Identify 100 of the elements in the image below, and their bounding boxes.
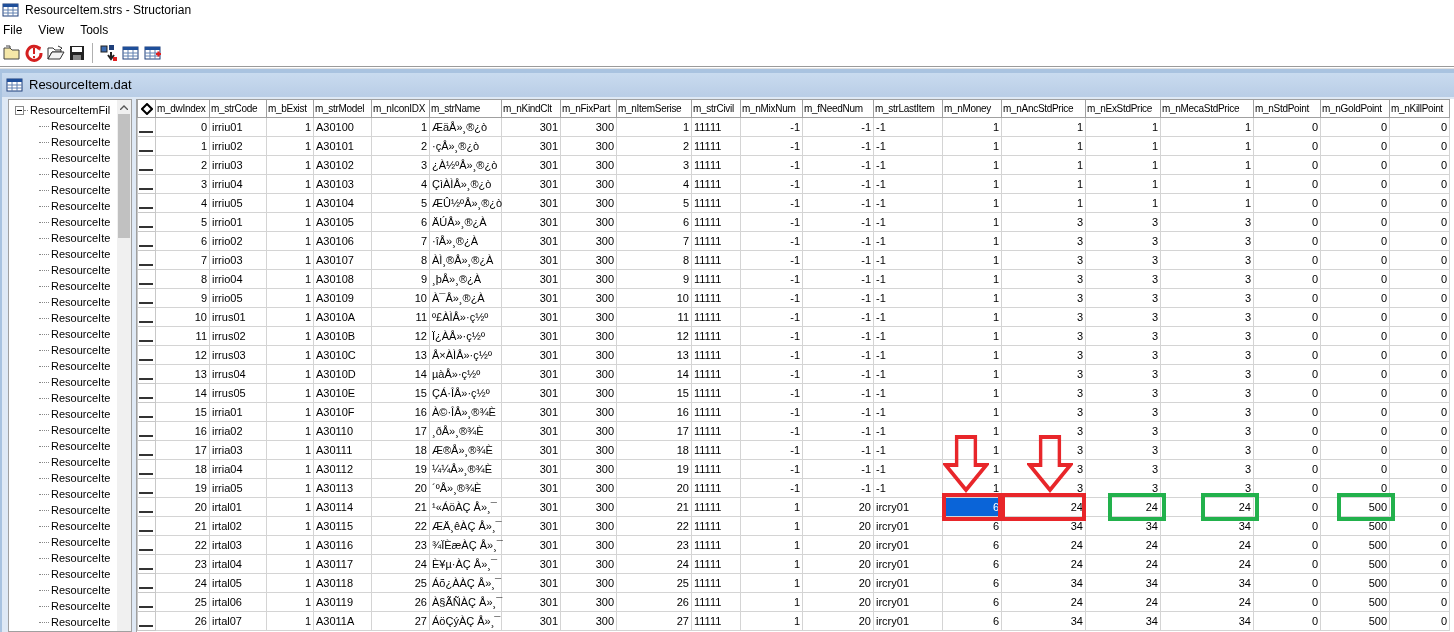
tree-item[interactable]: ResourceIte [49,421,111,439]
app-icon[interactable] [2,2,20,18]
table-cell-text: À¯Å»¸®¿À [431,291,486,307]
tree-item[interactable]: ResourceIte [49,549,111,567]
tree-item[interactable]: ResourceIte [49,533,111,551]
column-header[interactable]: m_strCivil [691,99,741,118]
tree-item[interactable]: ResourceIte [49,309,111,327]
tree-item[interactable]: ResourceIte [49,341,111,359]
tree-item[interactable]: ResourceIte [49,133,111,151]
tree-item[interactable]: ResourceIte [49,293,111,311]
table-cell-text: irria05 [211,481,244,496]
tree-item[interactable]: ResourceIte [49,613,111,631]
table-cell-text: 24 [1237,595,1252,610]
tree-item[interactable]: ResourceIte [49,437,111,455]
table-cell-text: 300 [594,557,615,572]
open-folder-icon[interactable] [47,45,65,61]
table-cell-text: 1 [991,139,1000,154]
table-cell-text: 16 [193,424,208,439]
column-header[interactable]: m_bExist [266,99,314,118]
column-header[interactable]: m_strCode [209,99,267,118]
tree-item[interactable]: ResourceIte [49,597,111,615]
tree-item[interactable]: ResourceIte [49,357,111,375]
folder-icon[interactable] [3,45,21,61]
table-cell-text: irriu05 [211,196,244,211]
table-cell-text: irtal06 [211,595,243,610]
tree-item[interactable]: ResourceIte [49,565,111,583]
tree-item[interactable]: ResourceIte [49,485,111,503]
tree-item[interactable]: ResourceIte [49,405,111,423]
table-cell-text: -1 [860,177,872,192]
table-cell-text: 25 [193,595,208,610]
tree-item[interactable]: ResourceIte [49,517,111,535]
collapse-icon[interactable] [15,105,24,115]
column-header[interactable]: m_nFixPart [560,99,617,118]
tree-item[interactable]: ResourceIte [49,197,111,215]
table-cell-text: 300 [594,443,615,458]
menu-item[interactable]: File [0,21,26,39]
table-cell-text: irtal03 [211,538,243,553]
tree-item[interactable]: ResourceIte [49,453,111,471]
document-icon[interactable] [6,77,24,93]
column-header[interactable]: m_fNeedNum [802,99,874,118]
tree-item[interactable]: ResourceIte [49,389,111,407]
tree-item[interactable]: ResourceIte [49,469,111,487]
table-cell-text: 1 [792,576,801,591]
table-cell-text: 9 [199,291,208,306]
column-header[interactable]: m_nIconIDX [371,99,430,118]
tree-item[interactable]: ResourceIte [49,245,111,263]
table-cell-text: 1 [303,386,312,401]
table-cell-text: ¼¼Å»¸®¾È [431,462,494,478]
table-cell-text: 0 [1379,120,1388,135]
column-header[interactable]: m_dwIndex [155,99,210,118]
table-cell-text: 301 [538,196,559,211]
column-header[interactable]: m_nKillPoint [1389,99,1450,118]
column-header[interactable]: m_nKindClt [501,99,561,118]
table-cell-text: 6 [991,614,1000,629]
scrollbar[interactable] [117,100,131,631]
column-header[interactable]: m_nMoney [942,99,1002,118]
table-cell-text: 1 [1243,139,1252,154]
column-header[interactable]: m_nGoldPoint [1320,99,1390,118]
scrollbar-thumb[interactable] [118,114,130,238]
tree-item[interactable]: ResourceItemFil [28,101,111,119]
tree-item[interactable]: ResourceIte [49,277,111,295]
column-header[interactable]: m_nAncStdPrice [1001,99,1086,118]
column-header[interactable]: m_strModel [313,99,372,118]
tree-item[interactable]: ResourceIte [49,165,111,183]
tree-item[interactable]: ResourceIte [49,261,111,279]
table-cell-text: 1 [1243,120,1252,135]
tree-item[interactable]: ResourceIte [49,501,111,519]
save-icon[interactable] [69,45,85,61]
column-header[interactable]: m_nMixNum [740,99,803,118]
table-cell-text: 24 [675,557,690,572]
menu-item[interactable]: Tools [77,21,112,39]
tree-item[interactable]: ResourceIte [49,181,111,199]
column-header[interactable]: m_strLastItem [873,99,943,118]
tree-item[interactable]: ResourceIte [49,581,111,599]
table-cell-text: 22 [413,519,428,534]
table-cell-text: 301 [538,253,559,268]
tree-item[interactable]: ResourceIte [49,117,111,135]
column-header[interactable]: m_nExStdPrice [1085,99,1161,118]
table-cell-text: 1 [991,481,1000,496]
table-cell-text: 301 [538,519,559,534]
column-header[interactable]: m_nMecaStdPrice [1160,99,1254,118]
menu-item[interactable]: View [35,21,68,39]
table-cell-text: µàÅ»·ç½º [431,367,482,382]
grid-add-icon[interactable] [144,45,162,61]
tree-item[interactable]: ResourceIte [49,213,111,231]
tree-item[interactable]: ResourceIte [49,229,111,247]
tree-item[interactable]: ResourceIte [49,149,111,167]
reload-icon[interactable] [25,44,43,62]
table-cell-text: 8 [419,253,428,268]
table-cell-text: -1 [860,196,872,211]
diamond-icon[interactable] [140,102,153,115]
tree-item[interactable]: ResourceIte [49,325,111,343]
table-cell-text: 13 [413,348,428,363]
grid-icon[interactable] [122,45,140,61]
column-header[interactable]: m_strName [429,99,502,118]
arrows-icon[interactable] [100,44,118,62]
column-header[interactable]: m_nStdPoint [1253,99,1321,118]
tree-item[interactable]: ResourceIte [49,373,111,391]
column-header[interactable]: m_nItemSerise [616,99,692,118]
table-cell-text: -1 [875,177,887,192]
